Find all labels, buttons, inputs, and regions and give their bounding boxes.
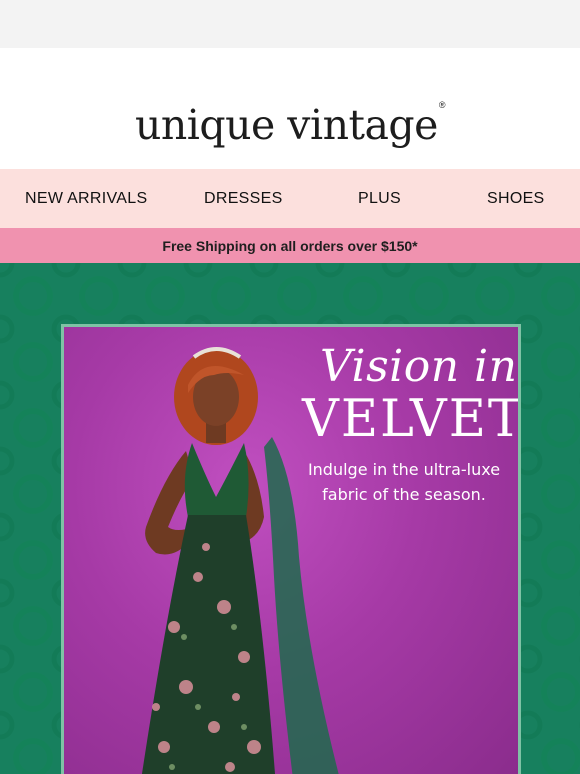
nav-item-new-arrivals[interactable]: NEW ARRIVALS bbox=[25, 190, 147, 208]
hero-image-frame[interactable]: Vision in VELVET Indulge in the ultra-lu… bbox=[61, 324, 521, 774]
hero-image[interactable]: Vision in VELVET Indulge in the ultra-lu… bbox=[64, 327, 518, 774]
trademark-mark: ® bbox=[438, 99, 446, 110]
brand-logo[interactable]: unique vintage® bbox=[134, 99, 446, 149]
top-spacer bbox=[0, 0, 580, 48]
brand-logo-text: unique vintage bbox=[134, 100, 438, 149]
hero-subtext: Indulge in the ultra-luxe fabric of the … bbox=[307, 460, 501, 504]
nav-item-shoes[interactable]: SHOES bbox=[487, 190, 545, 208]
free-shipping-text: Free Shipping on all orders over $150* bbox=[162, 237, 418, 254]
headline-velvet: VELVET bbox=[302, 390, 518, 449]
headline-script: Vision in bbox=[320, 341, 518, 392]
nav-item-dresses[interactable]: DRESSES bbox=[204, 190, 283, 208]
main-nav: NEW ARRIVALS DRESSES PLUS SHOES bbox=[0, 169, 580, 228]
nav-item-plus[interactable]: PLUS bbox=[358, 190, 401, 208]
free-shipping-banner[interactable]: Free Shipping on all orders over $150* bbox=[0, 228, 580, 263]
logo-header: unique vintage® bbox=[0, 48, 580, 169]
